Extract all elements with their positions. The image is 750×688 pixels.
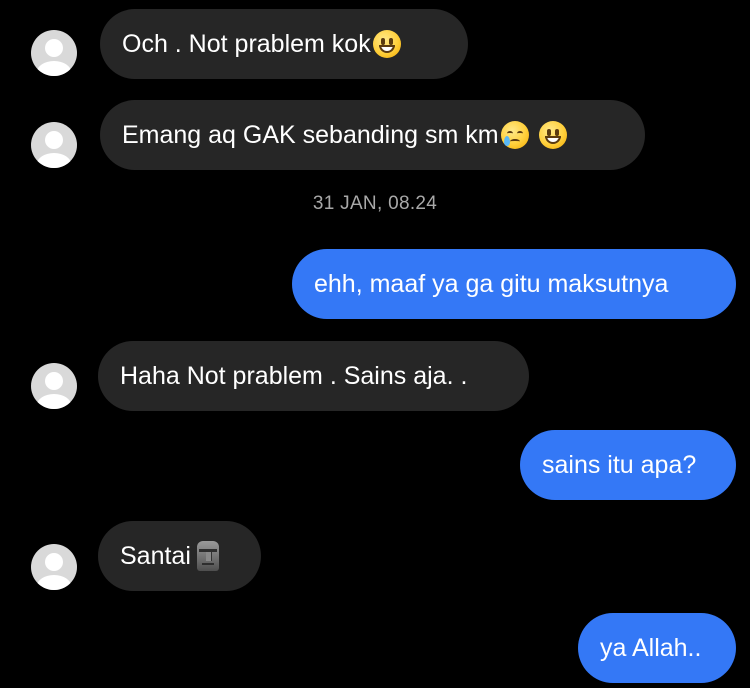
outgoing-message-bubble[interactable]: ehh, maaf ya ga gitu maksutnya [292,249,736,319]
sender-avatar[interactable] [31,122,77,168]
incoming-message-bubble[interactable]: Emang aq GAK sebanding sm km [100,100,645,170]
incoming-message-bubble[interactable]: Santai [98,521,261,591]
avatar-head-shape [45,131,63,149]
message-timestamp: 31 JAN, 08.24 [312,193,438,214]
message-text: ya Allah.. [600,633,702,662]
outgoing-message-bubble[interactable]: sains itu apa? [520,430,736,500]
moai-emoji-icon [196,541,219,571]
grinning-face-emoji-icon [538,121,567,149]
incoming-message-bubble[interactable]: Och . Not prablem kok [100,9,468,79]
avatar-shoulders-shape [37,575,71,590]
message-text: Haha Not prablem . Sains aja. . [120,361,468,390]
message-text: sains itu apa? [542,450,697,479]
incoming-message-bubble[interactable]: Haha Not prablem . Sains aja. . [98,341,529,411]
avatar-shoulders-shape [37,61,71,76]
message-text: Santai [120,541,191,570]
crying-face-emoji-icon [500,121,529,149]
message-text: ehh, maaf ya ga gitu maksutnya [314,269,669,298]
grinning-face-emoji-icon [372,30,401,58]
avatar-head-shape [45,39,63,57]
avatar-head-shape [45,553,63,571]
message-text: Och . Not prablem kok [122,29,371,58]
avatar-shoulders-shape [37,394,71,409]
avatar-shoulders-shape [37,153,71,168]
message-text: Emang aq GAK sebanding sm km [122,120,499,149]
outgoing-message-bubble[interactable]: ya Allah.. [578,613,736,683]
sender-avatar[interactable] [31,544,77,590]
avatar-head-shape [45,372,63,390]
sender-avatar[interactable] [31,30,77,76]
sender-avatar[interactable] [31,363,77,409]
